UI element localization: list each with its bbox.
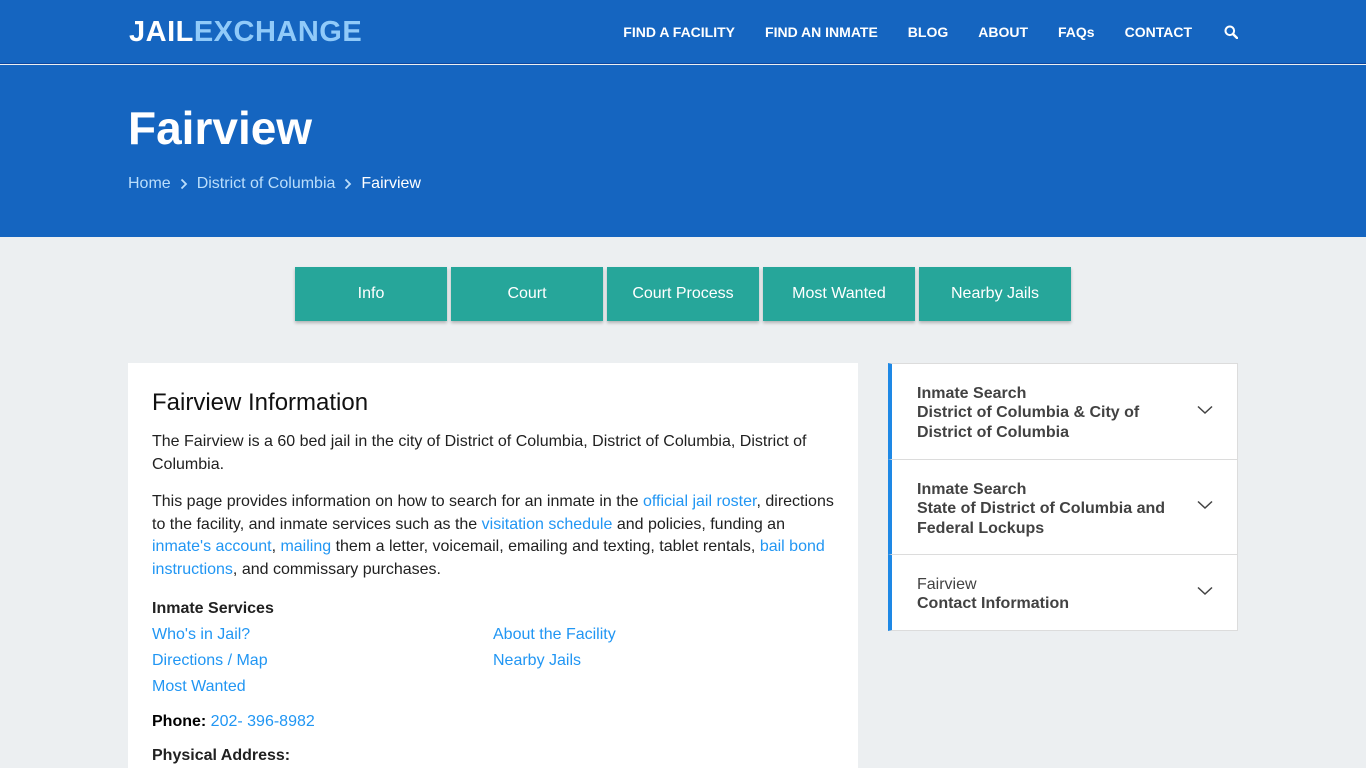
phone-row: Phone: 202- 396-8982 xyxy=(152,713,834,731)
accordion-contact-information[interactable]: Fairview Contact Information xyxy=(888,554,1238,631)
tab-court-process[interactable]: Court Process xyxy=(607,267,759,321)
accordion-title: Inmate Search xyxy=(917,385,1027,402)
accordion-inmate-search-city[interactable]: Inmate Search District of Columbia & Cit… xyxy=(888,363,1238,460)
nav-about[interactable]: ABOUT xyxy=(978,24,1028,40)
inmate-services-title: Inmate Services xyxy=(152,600,274,617)
inmate-account-link[interactable]: inmate's account xyxy=(152,538,272,555)
chevron-down-icon xyxy=(1197,405,1213,415)
chevron-right-icon xyxy=(180,178,188,190)
info-paragraph-services: This page provides information on how to… xyxy=(152,491,834,581)
phone-link[interactable]: 202- 396-8982 xyxy=(211,713,315,730)
site-logo[interactable]: JAILEXCHANGE xyxy=(129,14,362,50)
accordion-subtitle: Contact Information xyxy=(917,595,1069,612)
chevron-down-icon xyxy=(1197,500,1213,510)
logo-text-exchange: EXCHANGE xyxy=(193,16,363,48)
logo-text-jail: JAIL xyxy=(129,16,194,48)
chevron-right-icon xyxy=(344,178,352,190)
search-icon xyxy=(1224,25,1238,39)
sidebar: Inmate Search District of Columbia & Cit… xyxy=(888,363,1238,631)
visitation-schedule-link[interactable]: visitation schedule xyxy=(482,516,613,533)
main-nav: FIND A FACILITY FIND AN INMATE BLOG ABOU… xyxy=(593,0,1238,64)
tab-most-wanted[interactable]: Most Wanted xyxy=(763,267,915,321)
breadcrumb-current: Fairview xyxy=(361,175,421,192)
accordion-title: Fairview xyxy=(917,576,977,593)
nav-find-facility[interactable]: FIND A FACILITY xyxy=(623,24,735,40)
service-whos-in-jail-link[interactable]: Who's in Jail? xyxy=(152,622,493,648)
breadcrumb-home[interactable]: Home xyxy=(128,175,171,193)
info-paragraph-intro: The Fairview is a 60 bed jail in the cit… xyxy=(152,433,807,473)
mailing-link[interactable]: mailing xyxy=(280,538,331,555)
official-jail-roster-link[interactable]: official jail roster xyxy=(643,493,757,510)
text-segment: This page provides information on how to… xyxy=(152,493,643,510)
service-nearby-jails-link[interactable]: Nearby Jails xyxy=(493,648,793,674)
accordion-title: Inmate Search xyxy=(917,481,1027,498)
service-about-facility-link[interactable]: About the Facility xyxy=(493,622,793,648)
phone-label: Phone: xyxy=(152,713,207,730)
breadcrumb: Home District of Columbia Fairview xyxy=(128,175,421,193)
text-segment: them a letter, voicemail, emailing and t… xyxy=(331,538,760,555)
physical-address-label: Physical Address: xyxy=(152,747,291,764)
section-tabs: Info Court Court Process Most Wanted Nea… xyxy=(295,267,1075,321)
service-directions-link[interactable]: Directions / Map xyxy=(152,648,493,674)
tab-court[interactable]: Court xyxy=(451,267,603,321)
service-most-wanted-link[interactable]: Most Wanted xyxy=(152,674,493,700)
chevron-down-icon xyxy=(1197,586,1213,596)
text-segment: , and commissary purchases. xyxy=(232,560,441,578)
accordion-subtitle: State of District of Columbia and Federa… xyxy=(917,500,1166,537)
search-button[interactable] xyxy=(1224,25,1238,39)
facility-info-card: Fairview Information The Fairview is a 6… xyxy=(128,363,858,768)
page-hero: Fairview Home District of Columbia Fairv… xyxy=(0,65,1366,237)
inmate-services-list: Who's in Jail? About the Facility Direct… xyxy=(152,622,834,700)
nav-blog[interactable]: BLOG xyxy=(908,24,948,40)
page-title: Fairview xyxy=(128,102,313,154)
tab-nearby-jails[interactable]: Nearby Jails xyxy=(919,267,1071,321)
top-navbar: JAILEXCHANGE FIND A FACILITY FIND AN INM… xyxy=(0,0,1366,64)
nav-contact[interactable]: CONTACT xyxy=(1125,24,1192,40)
text-segment: and policies, funding an xyxy=(612,515,785,533)
nav-faqs[interactable]: FAQs xyxy=(1058,24,1095,40)
info-heading: Fairview Information xyxy=(152,389,369,416)
breadcrumb-district[interactable]: District of Columbia xyxy=(197,175,336,193)
tab-info[interactable]: Info xyxy=(295,267,447,321)
accordion-inmate-search-state[interactable]: Inmate Search State of District of Colum… xyxy=(888,459,1238,555)
accordion-subtitle: District of Columbia & City of District … xyxy=(917,404,1140,441)
nav-find-inmate[interactable]: FIND AN INMATE xyxy=(765,24,878,40)
